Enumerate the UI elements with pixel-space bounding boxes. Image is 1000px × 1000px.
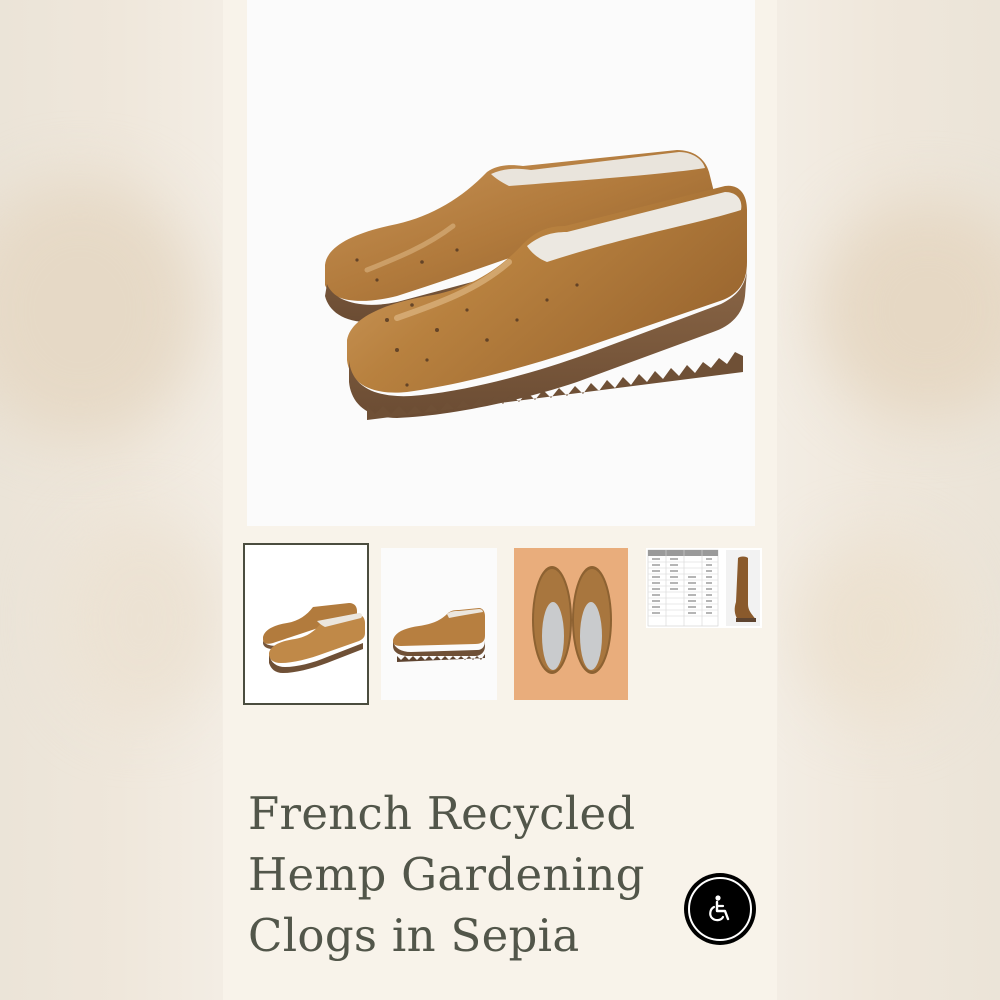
clogs-top-view-thumbnail — [532, 566, 612, 674]
size-chart-thumbnail — [647, 549, 760, 627]
clogs-pair-angle-image — [325, 150, 747, 420]
thumbnail-4[interactable] — [646, 548, 762, 628]
thumbnail-2[interactable] — [381, 548, 497, 700]
left-backdrop — [0, 0, 222, 1000]
thumbnail-1-selected[interactable] — [243, 543, 369, 705]
product-page: French Recycled Hemp Gardening Clogs in … — [223, 0, 777, 1000]
product-title: French Recycled Hemp Gardening Clogs in … — [248, 787, 645, 962]
clog-side-view-thumbnail — [393, 608, 485, 662]
thumbnail-strip — [243, 543, 763, 707]
accessibility-button[interactable] — [684, 873, 756, 945]
clogs-pair-angle-thumbnail — [263, 603, 365, 673]
main-product-image[interactable] — [247, 0, 755, 526]
thumbnail-3[interactable] — [514, 548, 628, 700]
right-backdrop — [778, 0, 1000, 1000]
wheelchair-accessibility-icon — [709, 895, 730, 922]
